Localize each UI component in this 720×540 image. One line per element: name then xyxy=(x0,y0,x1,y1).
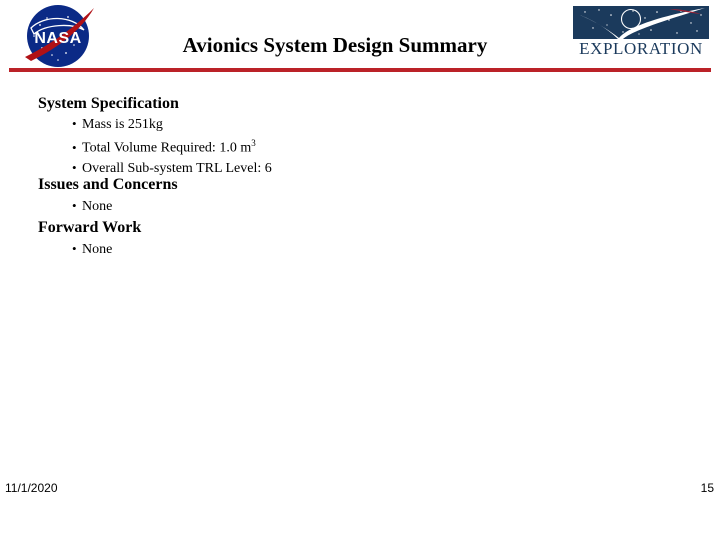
bullet-list-issues-and-concerns: • None xyxy=(72,196,112,216)
list-item: • Total Volume Required: 1.0 m3 xyxy=(72,134,272,158)
section-heading-system-specification: System Specification xyxy=(38,95,179,112)
slide-header: NASA Avionics System Design Summary EXPL… xyxy=(0,0,720,75)
footer-page-number: 15 xyxy=(700,481,714,495)
list-item-label: None xyxy=(82,242,113,257)
bullet-list-system-specification: • Mass is 251kg • Total Volume Required: 1… xyxy=(72,114,272,178)
list-item: • None xyxy=(72,196,112,216)
exploration-graphic-icon xyxy=(573,6,709,39)
list-item: • None xyxy=(72,239,112,259)
nasa-meatball-icon: NASA xyxy=(22,3,100,69)
page-title: Avionics System Design Summary xyxy=(182,33,488,57)
bullet-glyph-icon: • xyxy=(72,159,77,175)
exploration-wordmark: EXPLORATION xyxy=(579,39,703,58)
bullet-glyph-icon: • xyxy=(72,116,77,131)
footer-date: 11/1/2020 xyxy=(5,481,58,495)
section-heading-issues-and-concerns: Issues and Concerns xyxy=(38,176,178,193)
list-item-label: Overall Sub-system TRL Level: 6 xyxy=(82,160,272,176)
list-item: • Mass is 251kg xyxy=(72,114,272,134)
list-item-label: Mass is 251kg xyxy=(82,117,163,132)
superscript-exponent: 3 xyxy=(251,138,256,148)
svg-text:NASA: NASA xyxy=(34,30,81,47)
header-divider-rule xyxy=(9,68,711,72)
exploration-logo: EXPLORATION xyxy=(573,6,709,58)
list-item-label: None xyxy=(82,199,113,214)
bullet-glyph-icon: • xyxy=(72,241,77,256)
list-item-label: Total Volume Required: 1.0 m xyxy=(82,140,252,156)
bullet-glyph-icon: • xyxy=(72,139,77,155)
section-heading-forward-work: Forward Work xyxy=(38,219,142,236)
bullet-list-forward-work: • None xyxy=(72,239,112,259)
slide-footer: 11/1/2020 15 xyxy=(0,470,720,540)
slide-content: System Specification • Mass is 251kg • Tot… xyxy=(0,88,720,468)
bullet-glyph-icon: • xyxy=(72,198,77,213)
